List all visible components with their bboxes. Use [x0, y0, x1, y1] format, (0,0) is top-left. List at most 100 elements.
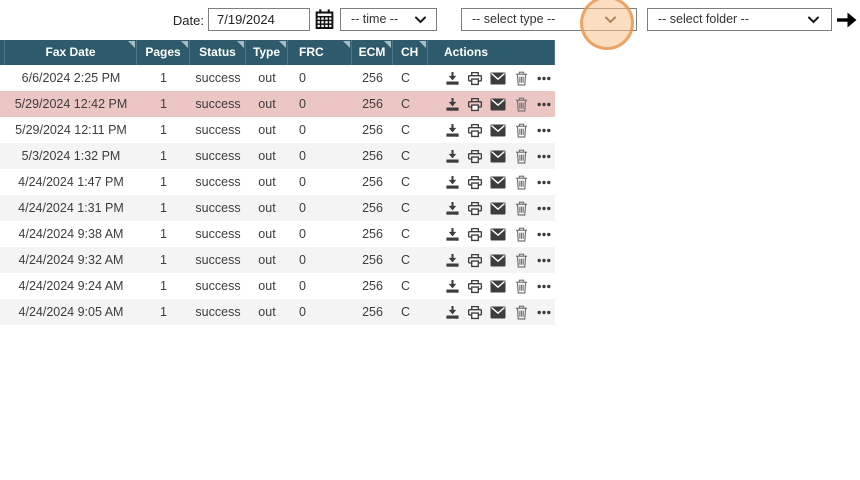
cell-actions	[428, 65, 555, 91]
folder-select[interactable]: -- select folder --	[647, 8, 832, 31]
cell-frc: 0	[299, 201, 306, 215]
column-header-fax-date[interactable]: Fax Date	[5, 40, 137, 65]
download-button[interactable]	[444, 304, 460, 320]
print-button[interactable]	[467, 174, 483, 190]
print-button[interactable]	[467, 278, 483, 294]
column-header-label: Pages	[145, 45, 181, 59]
more-button[interactable]	[536, 70, 552, 86]
print-button[interactable]	[467, 96, 483, 112]
email-button[interactable]	[490, 148, 506, 164]
column-header-label: Actions	[444, 45, 489, 59]
delete-button[interactable]	[513, 122, 529, 138]
email-button[interactable]	[490, 226, 506, 242]
download-button[interactable]	[444, 174, 460, 190]
delete-button[interactable]	[513, 226, 529, 242]
cell-type: out	[258, 227, 276, 241]
column-header-ecm[interactable]: ECM	[352, 40, 393, 65]
download-button[interactable]	[444, 70, 460, 86]
print-button[interactable]	[467, 122, 483, 138]
cell-ecm: 256	[362, 175, 383, 189]
download-button[interactable]	[444, 200, 460, 216]
more-button[interactable]	[536, 174, 552, 190]
delete-button[interactable]	[513, 252, 529, 268]
more-button[interactable]	[536, 226, 552, 242]
date-label: Date:	[172, 13, 204, 28]
date-input[interactable]	[208, 8, 310, 31]
email-button[interactable]	[490, 200, 506, 216]
cell-ecm: 256	[362, 253, 383, 267]
more-button[interactable]	[536, 148, 552, 164]
delete-button[interactable]	[513, 148, 529, 164]
cell-frc: 0	[299, 227, 306, 241]
column-header-type[interactable]: Type	[246, 40, 288, 65]
email-button[interactable]	[490, 174, 506, 190]
cell-actions	[428, 221, 555, 247]
more-button[interactable]	[536, 304, 552, 320]
print-button[interactable]	[467, 226, 483, 242]
cell-actions	[428, 273, 555, 299]
cell-type: out	[258, 149, 276, 163]
cell-fax-date: 4/24/2024 1:47 PM	[18, 175, 124, 189]
column-header-status[interactable]: Status	[190, 40, 246, 65]
email-button[interactable]	[490, 278, 506, 294]
download-button[interactable]	[444, 122, 460, 138]
cell-pages: 1	[160, 175, 167, 189]
more-button[interactable]	[536, 278, 552, 294]
email-button[interactable]	[490, 70, 506, 86]
filter-corner-icon	[279, 41, 286, 48]
delete-button[interactable]	[513, 278, 529, 294]
column-header-ch[interactable]: CH	[393, 40, 428, 65]
more-button[interactable]	[536, 252, 552, 268]
more-icon	[537, 284, 551, 289]
column-header-pages[interactable]: Pages	[137, 40, 190, 65]
delete-button[interactable]	[513, 304, 529, 320]
email-icon	[490, 98, 506, 111]
print-button[interactable]	[467, 70, 483, 86]
column-header-actions[interactable]: Actions	[428, 40, 555, 65]
calendar-button[interactable]	[314, 8, 336, 31]
delete-button[interactable]	[513, 96, 529, 112]
cell-ch: C	[401, 71, 411, 85]
cell-status: success	[195, 279, 241, 293]
go-button[interactable]	[836, 10, 858, 30]
calendar-icon	[314, 8, 336, 31]
delete-button[interactable]	[513, 200, 529, 216]
print-button[interactable]	[467, 200, 483, 216]
print-button[interactable]	[467, 252, 483, 268]
type-select[interactable]: -- select type --	[461, 8, 637, 31]
more-button[interactable]	[536, 200, 552, 216]
download-button[interactable]	[444, 278, 460, 294]
more-button[interactable]	[536, 96, 552, 112]
cell-actions	[428, 299, 555, 325]
cell-type: out	[258, 253, 276, 267]
delete-icon	[515, 227, 528, 242]
print-icon	[467, 201, 483, 216]
download-button[interactable]	[444, 148, 460, 164]
email-button[interactable]	[490, 304, 506, 320]
download-button[interactable]	[444, 96, 460, 112]
email-button[interactable]	[490, 252, 506, 268]
time-select[interactable]: -- time --	[340, 8, 437, 31]
table-header-row: Fax Date Pages Status Type FRC ECM CH Actions	[0, 40, 555, 65]
delete-button[interactable]	[513, 70, 529, 86]
email-icon	[490, 254, 506, 267]
cell-fax-date: 4/24/2024 1:31 PM	[18, 201, 124, 215]
print-icon	[467, 71, 483, 86]
more-button[interactable]	[536, 122, 552, 138]
print-icon	[467, 305, 483, 320]
type-select-value: -- select type --	[472, 12, 556, 26]
cell-actions	[428, 247, 555, 273]
email-button[interactable]	[490, 96, 506, 112]
table-row: 4/24/2024 9:38 AM 1 success out 0 256 C	[0, 221, 555, 247]
cell-type: out	[258, 175, 276, 189]
print-button[interactable]	[467, 148, 483, 164]
email-button[interactable]	[490, 122, 506, 138]
download-button[interactable]	[444, 252, 460, 268]
cell-type: out	[258, 201, 276, 215]
print-button[interactable]	[467, 304, 483, 320]
delete-button[interactable]	[513, 174, 529, 190]
cell-status: success	[195, 305, 241, 319]
column-header-label: Type	[252, 45, 281, 59]
column-header-frc[interactable]: FRC	[288, 40, 352, 65]
download-button[interactable]	[444, 226, 460, 242]
